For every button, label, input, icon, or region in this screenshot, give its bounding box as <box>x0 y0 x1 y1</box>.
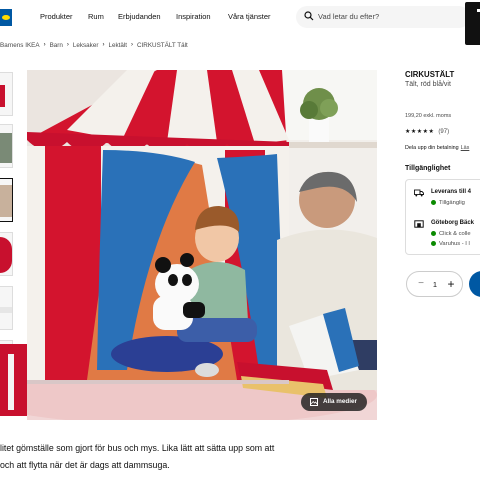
gallery-icon <box>310 398 318 406</box>
thumbnail-1[interactable] <box>0 72 13 116</box>
thumbnail-2[interactable] <box>0 124 13 168</box>
all-media-button[interactable]: Alla medier <box>301 393 367 411</box>
account-button[interactable] <box>465 2 480 45</box>
chevron-right-icon: › <box>66 42 69 48</box>
breadcrumb: Barnens IKEA › Barn › Leksaker › Lektält… <box>0 40 188 50</box>
chevron-right-icon: › <box>131 42 133 48</box>
all-media-label: Alla medier <box>323 398 357 405</box>
available-dot-icon <box>431 231 436 236</box>
nav-item-tjanster[interactable]: Våra tjänster <box>228 12 271 21</box>
star-rating-icon: ★★★★★ <box>405 129 435 135</box>
thumbnail-4[interactable] <box>0 232 13 276</box>
tent-image-partial <box>0 344 28 416</box>
available-dot-icon <box>431 200 436 205</box>
product-name: CIRKUSTÄLT <box>405 70 455 79</box>
delivery-title: Leverans till 4 <box>431 189 472 195</box>
nav-item-inspiration[interactable]: Inspiration <box>176 12 211 21</box>
quantity-stepper[interactable]: − 1 + <box>406 271 463 297</box>
tent-scene-illustration <box>27 70 377 420</box>
truck-icon <box>414 189 424 197</box>
breadcrumb-item[interactable]: Barnens IKEA <box>0 42 40 49</box>
store-in-store: Varuhus - I l <box>431 241 470 247</box>
decrease-quantity-button[interactable]: − <box>415 278 427 290</box>
product-rating[interactable]: ★★★★★ (97) <box>405 128 450 136</box>
review-count: (97) <box>438 128 450 135</box>
ikea-logo[interactable] <box>0 9 12 26</box>
search-placeholder: Vad letar du efter? <box>318 12 380 21</box>
description-line: och att flytta när det är dags att damms… <box>0 460 170 470</box>
breadcrumb-item[interactable]: Lektält <box>108 42 127 49</box>
payment-split-info: Dela upp din betalning Läs <box>405 145 469 151</box>
nav-item-erbjudanden[interactable]: Erbjudanden <box>118 12 161 21</box>
breadcrumb-current: CIRKUSTÄLT Tält <box>137 41 188 49</box>
store-title: Göteborg Bäck <box>431 220 475 226</box>
store-click-collect: Click & colle <box>431 231 471 237</box>
search-icon <box>304 11 314 21</box>
chevron-right-icon: › <box>102 42 105 48</box>
add-to-cart-button[interactable] <box>469 271 480 297</box>
store-icon <box>414 220 424 228</box>
availability-heading: Tillgänglighet <box>405 165 451 172</box>
availability-box[interactable]: Leverans till 4 Tillgänglig Göteborg Bäc… <box>405 179 480 255</box>
thumbnail-3[interactable] <box>0 178 13 222</box>
search-input[interactable]: Vad letar du efter? <box>296 6 470 28</box>
increase-quantity-button[interactable]: + <box>445 277 457 291</box>
breadcrumb-item[interactable]: Barn <box>50 42 63 49</box>
description-line: litet gömställe som gjort för bus och my… <box>0 443 275 453</box>
quantity-value: 1 <box>432 280 438 289</box>
nav-item-rum[interactable]: Rum <box>88 12 104 21</box>
breadcrumb-item[interactable]: Leksaker <box>73 42 99 49</box>
delivery-status: Tillgänglig <box>431 200 465 206</box>
payment-split-link[interactable]: Läs <box>461 145 470 151</box>
nav-item-produkter[interactable]: Produkter <box>40 12 73 21</box>
top-header: Produkter Rum Erbjudanden Inspiration Vå… <box>0 0 480 45</box>
thumbnail-5[interactable] <box>0 286 13 330</box>
product-description: litet gömställe som gjort för bus och my… <box>0 440 330 474</box>
product-price: 199,20 exkl. moms <box>405 113 452 119</box>
product-main-image[interactable]: Alla medier <box>27 70 377 420</box>
payment-split-text: Dela upp din betalning <box>405 145 459 151</box>
product-subtitle: Tält, röd blå/vit <box>405 81 451 88</box>
chevron-right-icon: › <box>43 42 46 48</box>
available-dot-icon <box>431 241 436 246</box>
